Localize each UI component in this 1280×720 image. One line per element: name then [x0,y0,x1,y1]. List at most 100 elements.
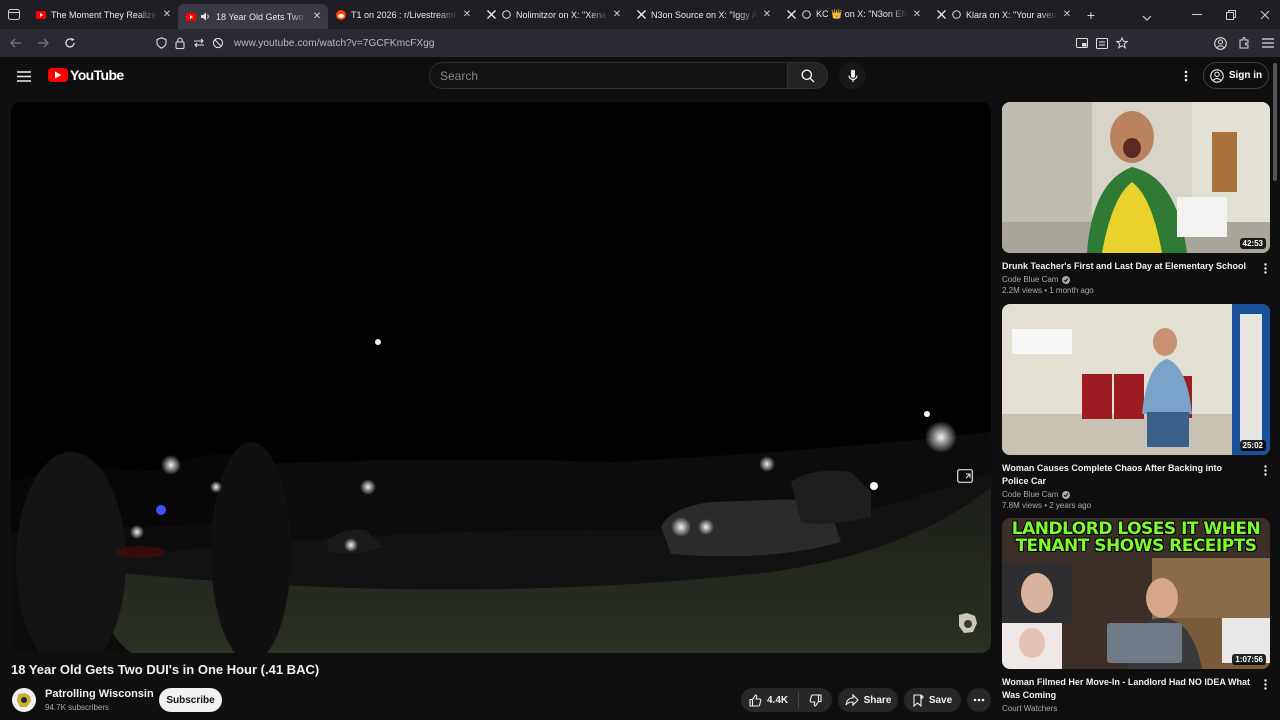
youtube-logo-icon [48,68,68,82]
reader-view-icon [1096,37,1108,49]
like-count: 4.4K [767,694,789,706]
search-icon [801,69,814,82]
app-menu-button[interactable] [1256,31,1280,55]
guide-menu-button[interactable] [12,65,36,87]
video-thumbnail[interactable]: LANDLORD LOSES IT WHEN TENANT SHOWS RECE… [1002,518,1270,669]
lock-icon[interactable] [172,35,188,51]
tab-close-icon[interactable]: ✕ [912,9,922,20]
speaker-icon[interactable] [201,12,211,22]
recommended-channel[interactable]: Court Watchers [1002,704,1270,713]
thumbs-up-icon [749,693,762,707]
picture-in-picture-button[interactable] [1072,31,1092,55]
recommended-video[interactable]: 25:02 Woman Causes Complete Chaos After … [1002,304,1270,510]
share-button[interactable]: Share [838,688,898,712]
tab-list-button[interactable] [0,0,28,29]
youtube-logo[interactable]: YouTube [48,67,124,83]
browser-tab[interactable]: KC 👑 on X: "N3on ENDED ✕ [778,0,928,29]
recommended-video-title[interactable]: Woman Filmed Her Move-In - Landlord Had … [1002,676,1250,702]
recommended-video-meta: 7.8M views • 2 years ago [1002,501,1092,510]
hamburger-icon [17,70,31,82]
address-bar[interactable]: www.youtube.com/watch?v=7GCFKmcFXgg [150,31,1136,55]
microphone-icon [847,69,858,82]
dislike-button[interactable] [799,693,831,707]
url-text[interactable]: www.youtube.com/watch?v=7GCFKmcFXgg [234,38,435,49]
globe-icon [501,10,511,20]
x-favicon [486,10,496,20]
tab-close-icon[interactable]: ✕ [762,9,772,20]
tab-close-icon[interactable]: ✕ [312,11,322,22]
browser-tab[interactable]: The Moment They Realize Their ✕ [28,0,178,29]
recommended-video[interactable]: 42:53 Drunk Teacher's First and Last Day… [1002,102,1270,295]
search-button[interactable] [787,62,828,89]
browser-tab[interactable]: Nolimitzor on X: "Xena Goes ✕ [478,0,628,29]
tab-close-icon[interactable]: ✕ [162,9,172,20]
like-button[interactable]: 4.4K [741,692,799,708]
share-arrow-icon [845,694,859,706]
browser-tab[interactable]: N3on Source on X: "Iggy Az ✕ [628,0,778,29]
sign-in-button[interactable]: Sign in [1203,62,1269,89]
browser-tab-active[interactable]: 18 Year Old Gets Two DUI's ✕ [178,4,328,29]
miniplayer-icon[interactable] [957,469,973,483]
permissions-icon[interactable] [191,35,207,51]
video-duration: 42:53 [1239,238,1266,249]
reload-button[interactable] [58,31,82,55]
forward-button[interactable] [31,31,55,55]
channel-watermark-logo[interactable] [955,610,981,636]
youtube-favicon [186,12,196,22]
puzzle-icon [1239,37,1249,49]
restore-button[interactable] [1214,0,1248,29]
youtube-header: YouTube Sign in [0,57,1280,95]
video-duration: 1:07:56 [1232,654,1266,665]
globe-icon [801,10,811,20]
video-player[interactable] [11,102,991,653]
save-button[interactable]: Save [904,688,961,712]
page-scrollbar[interactable] [1273,63,1277,181]
video-options-button[interactable] [1260,676,1270,692]
kebab-menu-icon [1263,464,1267,476]
tracking-blocked-icon[interactable] [210,35,226,51]
tab-title: Klara on X: "Your average la [966,9,1058,20]
tab-close-icon[interactable]: ✕ [462,9,472,20]
shield-icon[interactable] [153,35,169,51]
tab-close-icon[interactable]: ✕ [1062,9,1072,20]
recommended-channel[interactable]: Code Blue Cam [1002,275,1270,284]
browser-navbar: www.youtube.com/watch?v=7GCFKmcFXgg [0,29,1280,57]
recommended-video[interactable]: LANDLORD LOSES IT WHEN TENANT SHOWS RECE… [1002,518,1270,713]
verified-check-icon [1062,490,1071,499]
bookmark-add-icon [913,693,924,707]
close-window-button[interactable] [1248,0,1280,29]
video-thumbnail[interactable]: 42:53 [1002,102,1270,253]
browser-tab[interactable]: T1 on 2026 : r/LivestreamFail ✕ [328,0,478,29]
save-label: Save [928,694,953,706]
account-button[interactable] [1208,31,1232,55]
list-all-tabs-button[interactable] [1142,8,1152,26]
video-options-button[interactable] [1260,462,1270,478]
video-actions: 4.4K Share Save [0,688,1000,712]
reddit-favicon [336,9,346,20]
search-box [429,62,787,89]
reload-icon [65,37,75,48]
account-icon [1213,36,1227,50]
x-favicon [786,10,796,20]
recommended-video-title[interactable]: Drunk Teacher's First and Last Day at El… [1002,260,1250,273]
picture-in-picture-icon [1076,38,1088,48]
back-button[interactable] [4,31,28,55]
tab-close-icon[interactable]: ✕ [612,9,622,20]
new-tab-button[interactable]: + [1078,7,1104,23]
tab-title: N3on Source on X: "Iggy Az [651,9,758,20]
bookmark-star-button[interactable] [1112,31,1132,55]
recommended-channel[interactable]: Code Blue Cam [1002,490,1270,499]
reader-view-button[interactable] [1092,31,1112,55]
browser-tab[interactable]: Klara on X: "Your average la ✕ [928,0,1078,29]
video-options-button[interactable] [1260,260,1270,276]
recommended-video-meta: 2.2M views • 1 month ago [1002,286,1094,295]
search-input[interactable] [430,63,787,88]
more-actions-button[interactable] [967,688,991,712]
video-thumbnail[interactable]: 25:02 [1002,304,1270,455]
settings-menu-button[interactable] [1176,66,1196,86]
voice-search-button[interactable] [839,62,866,89]
recommended-video-title[interactable]: Woman Causes Complete Chaos After Backin… [1002,462,1250,488]
minimize-button[interactable] [1180,0,1214,29]
tab-list-icon [8,9,20,20]
extensions-button[interactable] [1232,31,1256,55]
